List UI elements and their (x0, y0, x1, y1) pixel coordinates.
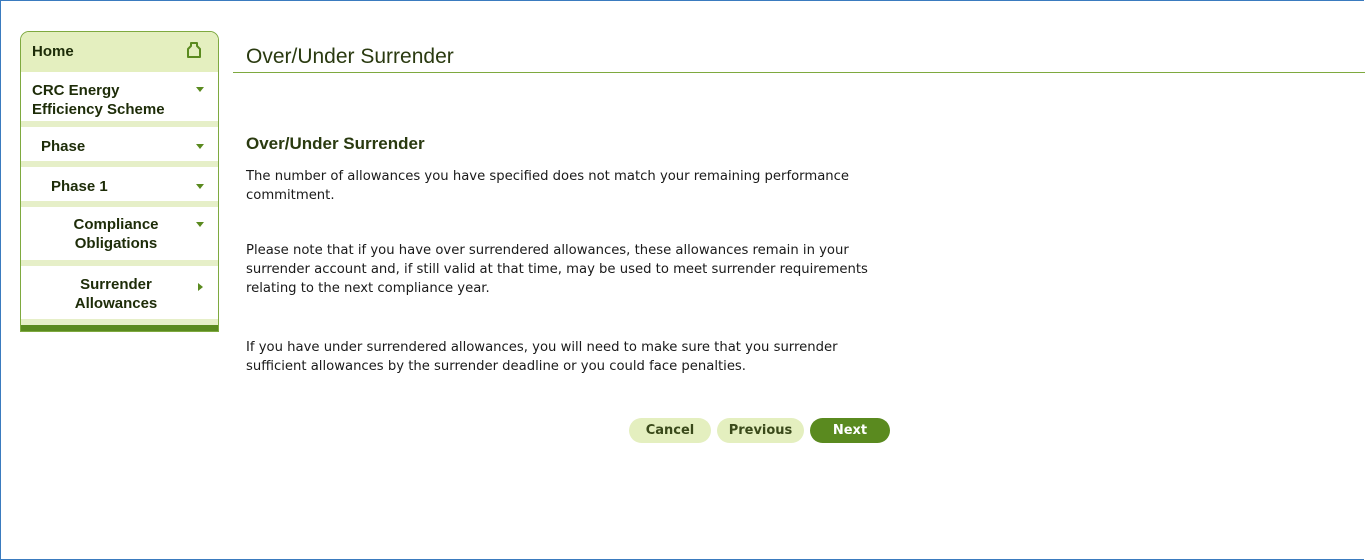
sidebar-footer-bar (21, 325, 218, 331)
message-paragraph-under-surrendered: If you have under surrendered allowances… (246, 340, 838, 374)
section-title: Over/Under Surrender (246, 134, 425, 153)
message-paragraph-over-surrendered: Please note that if you have over surren… (246, 243, 868, 296)
sidebar-item-label: Phase 1 (51, 178, 108, 195)
chevron-down-icon (196, 144, 204, 149)
home-icon (187, 42, 201, 58)
sidebar-item-phase-1[interactable]: Phase 1 (21, 167, 218, 207)
page-title: Over/Under Surrender (233, 44, 1365, 73)
sidebar-nav: Home CRC Energy Efficiency Scheme Phase … (20, 31, 219, 332)
sidebar-item-crc-energy-efficiency-scheme[interactable]: CRC Energy Efficiency Scheme (21, 72, 218, 127)
sidebar-item-surrender-allowances[interactable]: Surrender Allowances (21, 266, 218, 325)
main-content: Over/Under Surrender Over/Under Surrende… (233, 44, 1365, 443)
chevron-down-icon (196, 222, 204, 227)
next-button[interactable]: Next (810, 418, 890, 443)
sidebar-item-label: Phase (41, 138, 86, 155)
sidebar-item-home[interactable]: Home (21, 32, 218, 72)
form-actions: Cancel Previous Next (629, 418, 890, 443)
sidebar-item-label: Compliance Obligations (73, 216, 159, 252)
chevron-down-icon (196, 184, 204, 189)
sidebar-item-label: CRC Energy Efficiency Scheme (32, 82, 165, 118)
chevron-right-icon (198, 283, 203, 291)
sidebar-item-phase[interactable]: Phase (21, 127, 218, 167)
sidebar-item-label: Surrender Allowances (74, 276, 158, 312)
sidebar-item-compliance-obligations[interactable]: Compliance Obligations (21, 207, 218, 266)
cancel-button[interactable]: Cancel (629, 418, 711, 443)
chevron-down-icon (196, 87, 204, 92)
message-paragraph-mismatch: The number of allowances you have specif… (246, 169, 850, 203)
previous-button[interactable]: Previous (717, 418, 804, 443)
